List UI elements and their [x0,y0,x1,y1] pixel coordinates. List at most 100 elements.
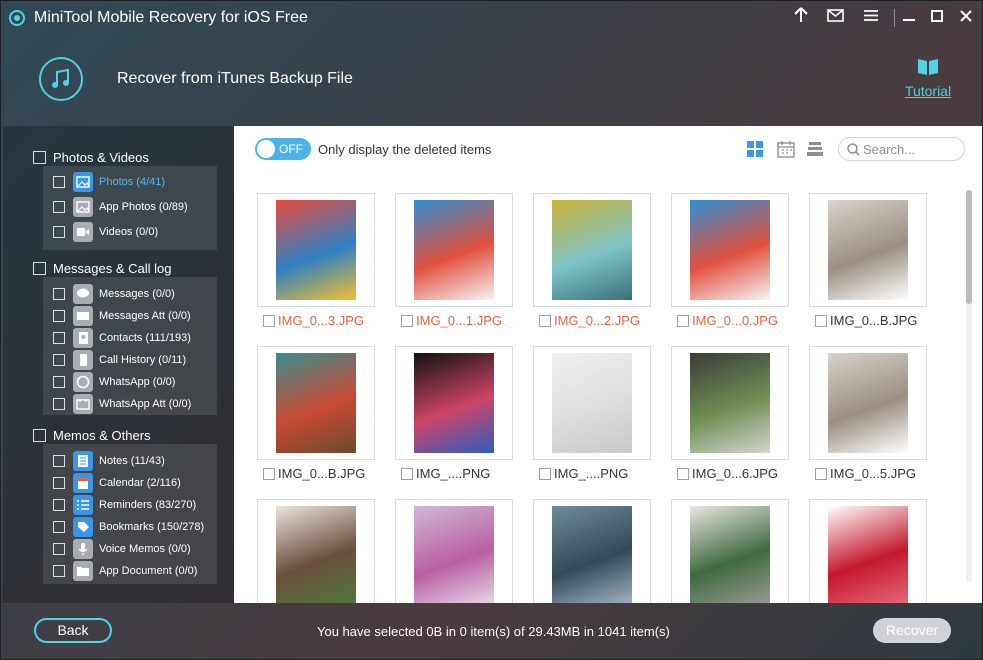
photo-filename: IMG_0...6.JPG [692,466,778,481]
photo-thumbnail[interactable] [671,499,789,603]
sidebar-item-app-photos[interactable]: App Photos (0/89) [53,197,188,217]
photo-tile[interactable]: IMG_0...B.JPG [809,193,927,328]
sidebar-item-whatsapp-att[interactable]: WhatsApp Att (0/0) [53,394,191,414]
vertical-scrollbar[interactable] [966,190,972,582]
sidebar-item-bookmarks[interactable]: Bookmarks (150/278) [53,517,204,537]
photo-tile[interactable] [395,499,513,603]
photo-checkbox[interactable] [401,314,413,327]
photo-thumbnail[interactable] [533,499,651,603]
item-checkbox[interactable] [53,477,65,489]
tutorial-link[interactable]: Tutorial [900,56,956,99]
list-view-icon[interactable] [806,140,824,158]
photo-thumbnail[interactable] [809,499,927,603]
photo-tile[interactable]: IMG_0...3.JPG [257,193,375,328]
photo-thumbnail[interactable] [671,193,789,307]
photo-tile[interactable]: IMG_....PNG [395,346,513,481]
minimize-icon[interactable] [897,7,921,29]
menu-icon[interactable] [859,7,883,29]
photo-checkbox[interactable] [677,314,689,327]
sidebar-item-videos[interactable]: Videos (0/0) [53,222,158,242]
sidebar-item-voice-memos[interactable]: Voice Memos (0/0) [53,539,191,559]
photo-checkbox[interactable] [815,314,827,327]
category-memos-others[interactable]: Memos & Others [33,428,151,443]
photo-thumbnail[interactable] [395,346,513,460]
sidebar-item-calendar[interactable]: Calendar (2/116) [53,473,181,493]
sidebar-item-messages-att[interactable]: Messages Att (0/0) [53,306,191,326]
sidebar-item-whatsapp[interactable]: WhatsApp (0/0) [53,372,175,392]
category-checkbox[interactable] [33,151,46,164]
item-checkbox[interactable] [53,201,65,213]
category-photos-videos[interactable]: Photos & Videos [33,150,149,165]
photo-tile[interactable] [809,499,927,603]
item-checkbox[interactable] [53,565,65,577]
messages-call-log-group: Messages (0/0) Messages Att (0/0) Contac… [43,277,217,415]
photo-tile[interactable]: IMG_0...1.JPG [395,193,513,328]
photo-thumbnail[interactable] [809,346,927,460]
photo-checkbox[interactable] [263,314,275,327]
photo-tile[interactable] [257,499,375,603]
search-input[interactable] [863,141,959,157]
item-checkbox[interactable] [53,310,65,322]
item-checkbox[interactable] [53,455,65,467]
item-checkbox[interactable] [53,176,65,188]
close-icon[interactable] [954,7,978,29]
photo-tile[interactable] [533,499,651,603]
photo-thumbnail[interactable] [533,346,651,460]
category-checkbox[interactable] [33,262,46,275]
back-button[interactable]: Back [34,618,112,643]
recover-button[interactable]: Recover [873,618,951,643]
sidebar-item-contacts[interactable]: Contacts (111/193) [53,328,191,348]
sidebar-item-messages[interactable]: Messages (0/0) [53,284,175,304]
search-box[interactable] [838,137,965,161]
photo-thumbnail[interactable] [257,346,375,460]
photo-thumbnail[interactable] [257,499,375,603]
photo-preview-image [828,200,908,300]
item-checkbox[interactable] [53,288,65,300]
sidebar-item-photos[interactable]: Photos (4/41) [53,172,165,192]
mail-icon[interactable] [823,7,847,29]
category-checkbox[interactable] [33,429,46,442]
photo-checkbox[interactable] [677,467,689,480]
scrollbar-thumb[interactable] [966,190,972,304]
item-checkbox[interactable] [53,499,65,511]
grid-view-icon[interactable] [746,140,764,158]
photo-tile[interactable]: IMG_0...2.JPG [533,193,651,328]
item-checkbox[interactable] [53,376,65,388]
photo-tile[interactable]: IMG_0...5.JPG [809,346,927,481]
photo-thumbnail[interactable] [395,193,513,307]
photo-checkbox[interactable] [815,467,827,480]
category-messages-call-log[interactable]: Messages & Call log [33,261,172,276]
item-checkbox[interactable] [53,226,65,238]
photo-tile[interactable]: IMG_0...6.JPG [671,346,789,481]
item-checkbox[interactable] [53,543,65,555]
photo-tile[interactable]: IMG_....PNG [533,346,651,481]
photo-tile[interactable]: IMG_0...B.JPG [257,346,375,481]
item-checkbox[interactable] [53,521,65,533]
item-checkbox[interactable] [53,398,65,410]
contacts-icon [73,328,93,348]
photo-checkbox[interactable] [539,314,551,327]
upload-arrow-icon[interactable] [789,7,813,29]
sidebar-item-app-document[interactable]: App Document (0/0) [53,561,197,581]
photo-thumbnail[interactable] [809,193,927,307]
photo-thumbnail[interactable] [533,193,651,307]
item-checkbox[interactable] [53,354,65,366]
photo-tile[interactable]: IMG_0...0.JPG [671,193,789,328]
photo-caption: IMG_0...0.JPG [671,313,789,328]
sidebar-item-call-history[interactable]: Call History (0/11) [53,350,186,370]
photo-tile[interactable] [671,499,789,603]
photo-checkbox[interactable] [263,467,275,480]
photo-thumbnail[interactable] [395,499,513,603]
photo-checkbox[interactable] [401,467,413,480]
photo-thumbnail[interactable] [257,193,375,307]
photo-thumbnail[interactable] [671,346,789,460]
sidebar-item-reminders[interactable]: Reminders (83/270) [53,495,196,515]
maximize-icon[interactable] [925,7,949,29]
photo-checkbox[interactable] [539,467,551,480]
sidebar-item-label: Messages Att (0/0) [99,310,191,322]
deleted-items-toggle[interactable]: OFF [255,138,311,160]
calendar-view-icon[interactable] [777,140,795,158]
item-checkbox[interactable] [53,332,65,344]
photo-caption: IMG_0...1.JPG [395,313,513,328]
sidebar-item-notes[interactable]: Notes (11/43) [53,451,165,471]
